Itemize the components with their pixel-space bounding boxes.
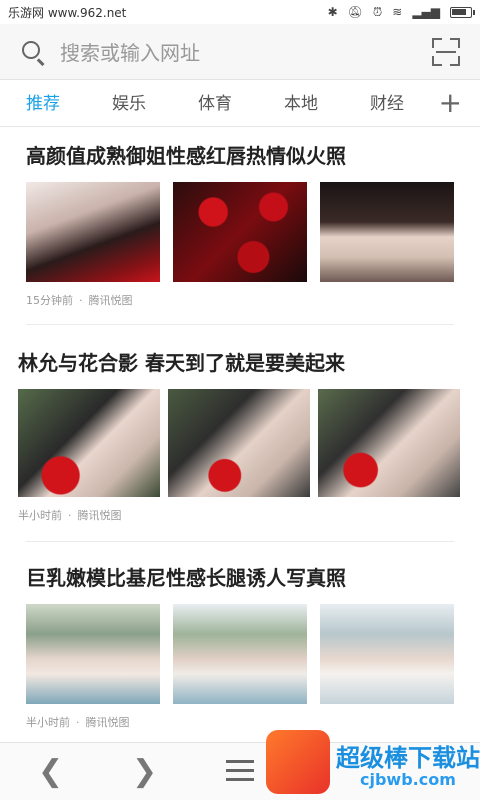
news-source: 腾讯悦图: [88, 294, 133, 307]
news-image[interactable]: [318, 389, 460, 497]
news-image[interactable]: [168, 389, 310, 497]
news-image[interactable]: [26, 182, 160, 282]
watermark-text: 超级棒下载站: [336, 744, 480, 772]
news-image[interactable]: [320, 604, 454, 704]
alarm-icon: ⏰︎: [372, 4, 383, 19]
news-time: 半小时前: [18, 509, 62, 522]
channel-tabs: 推荐 娱乐 体育 本地 财经 +: [0, 81, 480, 127]
news-meta: 半小时前 · 腾讯悦图: [18, 507, 460, 523]
news-thumbnails[interactable]: [26, 604, 454, 704]
tab-entertainment[interactable]: 娱乐: [86, 81, 172, 127]
news-source: 腾讯悦图: [85, 716, 130, 729]
news-title[interactable]: 林允与花合影 春天到了就是要美起来: [18, 349, 460, 377]
news-thumbnails[interactable]: [18, 389, 460, 497]
add-channel-button[interactable]: +: [439, 89, 462, 117]
menu-icon[interactable]: [226, 760, 254, 782]
tab-sports[interactable]: 体育: [172, 81, 258, 127]
news-image[interactable]: [173, 182, 307, 282]
news-meta: 半小时前 · 腾讯悦图: [26, 714, 454, 730]
signal-icon: ▂▄▆: [412, 5, 440, 19]
watermark-url: cjbwb.com: [360, 770, 456, 789]
search-icon[interactable]: [20, 39, 46, 65]
news-item[interactable]: 高颜值成熟御姐性感红唇热情似火照 15分钟前 · 腾讯悦图: [0, 128, 480, 308]
site-label: 乐游网 www.962.net: [8, 5, 127, 20]
meta-separator: ·: [76, 715, 80, 729]
search-input[interactable]: 搜索或输入网址: [60, 37, 432, 66]
news-source: 腾讯悦图: [77, 509, 122, 522]
tab-finance[interactable]: 财经: [344, 81, 430, 127]
battery-icon: [450, 6, 475, 18]
battery-level: [452, 8, 466, 15]
meta-separator: ·: [79, 293, 83, 307]
news-item[interactable]: 巨乳嫩模比基尼性感长腿诱人写真照 半小时前 · 腾讯悦图: [0, 542, 480, 730]
news-image[interactable]: [320, 182, 454, 282]
meta-separator: ·: [68, 508, 72, 522]
status-icons: ✱ 🔕︎ ⏰︎ ≋ ▂▄▆: [327, 4, 475, 20]
news-meta: 15分钟前 · 腾讯悦图: [26, 292, 454, 308]
tab-local[interactable]: 本地: [258, 81, 344, 127]
download-site-logo: [266, 730, 330, 794]
news-title[interactable]: 高颜值成熟御姐性感红唇热情似火照: [26, 142, 454, 170]
tab-recommend[interactable]: 推荐: [0, 81, 86, 127]
news-feed: 高颜值成熟御姐性感红唇热情似火照 15分钟前 · 腾讯悦图 林允与花合影 春天到…: [0, 128, 480, 730]
news-time: 15分钟前: [26, 294, 73, 307]
news-thumbnails[interactable]: [26, 182, 454, 282]
search-bar[interactable]: 搜索或输入网址: [0, 24, 480, 80]
news-image[interactable]: [26, 604, 160, 704]
status-bar: 乐游网 www.962.net ✱ 🔕︎ ⏰︎ ≋ ▂▄▆: [0, 0, 480, 24]
scan-icon[interactable]: [432, 37, 460, 66]
wifi-icon: ≋: [392, 5, 403, 19]
news-item[interactable]: 林允与花合影 春天到了就是要美起来 半小时前 · 腾讯悦图: [0, 325, 480, 523]
bell-off-icon: 🔕︎: [347, 5, 363, 19]
news-image[interactable]: [173, 604, 307, 704]
news-title[interactable]: 巨乳嫩模比基尼性感长腿诱人写真照: [26, 564, 454, 592]
news-image[interactable]: [18, 389, 160, 497]
chevron-right-icon[interactable]: ❯: [132, 757, 157, 787]
chevron-left-icon[interactable]: ❮: [38, 757, 63, 787]
bluetooth-icon: ✱: [327, 5, 338, 19]
news-time: 半小时前: [26, 716, 70, 729]
